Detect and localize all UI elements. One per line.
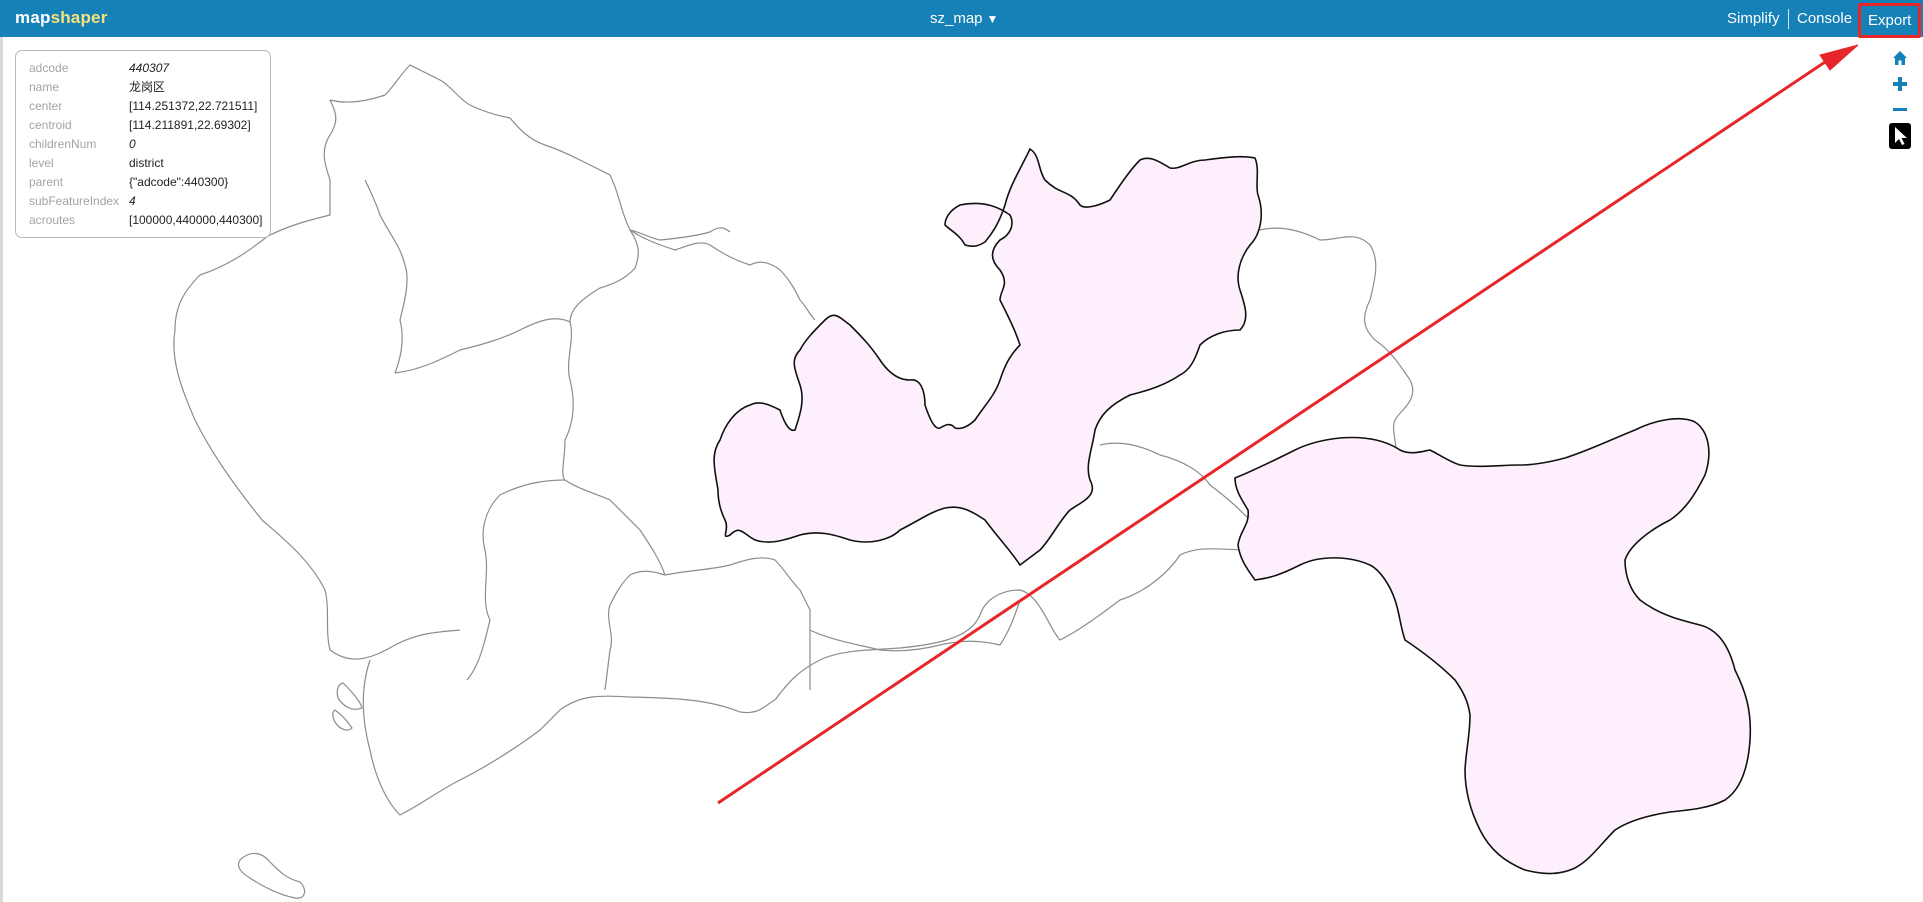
- pointer-tool-button[interactable]: [1888, 123, 1912, 149]
- home-icon: [1893, 51, 1907, 65]
- attribute-value: [100000,440000,440300]: [129, 213, 263, 227]
- map-tools: [1888, 46, 1912, 150]
- top-bar: mapshaper sz_map ▼ Simplify Console Expor…: [0, 0, 1923, 38]
- arrow-head: [1819, 44, 1859, 71]
- attribute-row: adcode 440307: [29, 59, 262, 78]
- attribute-key: centroid: [29, 118, 72, 132]
- attribute-row: subFeatureIndex 4: [29, 192, 262, 211]
- attribute-key: parent: [29, 175, 64, 189]
- attribute-row: center [114.251372,22.721511]: [29, 97, 262, 116]
- attribute-row: childrenNum 0: [29, 135, 262, 154]
- attribute-value: {"adcode":440300}: [129, 175, 229, 189]
- feature-info-popup: adcode 440307 name 龙岗区 center [114.251372,2…: [15, 50, 271, 238]
- attribute-row: centroid [114.211891,22.69302]: [29, 116, 262, 135]
- attribute-key: center: [29, 99, 63, 113]
- nav-divider: [1788, 9, 1789, 29]
- attribute-row: parent {"adcode":440300}: [29, 173, 262, 192]
- attribute-row: name 龙岗区: [29, 78, 262, 97]
- attribute-key: subFeatureIndex: [29, 194, 120, 208]
- selected-polygon-east: [1234, 417, 1752, 875]
- attribute-value: [114.251372,22.721511]: [129, 99, 258, 113]
- attribute-key: acroutes: [29, 213, 76, 227]
- attribute-key: adcode: [29, 61, 69, 75]
- attribute-row: level district: [29, 154, 262, 173]
- island-3: [237, 852, 306, 899]
- attribute-row: acroutes [100000,440000,440300]: [29, 211, 262, 230]
- district-outline-baoan: [173, 235, 461, 660]
- island-1: [336, 682, 363, 710]
- feature-attributes-table: adcode 440307 name 龙岗区 center [114.251372,2…: [29, 59, 262, 230]
- attribute-value: 龙岗区: [129, 80, 166, 94]
- caret-down-icon: ▼: [986, 12, 999, 26]
- attribute-value: 440307: [129, 61, 170, 75]
- map-canvas[interactable]: [0, 37, 1923, 902]
- console-button[interactable]: Console: [1797, 10, 1852, 27]
- zoom-in-icon: [1893, 77, 1907, 91]
- attribute-value: [114.211891,22.69302]: [129, 118, 251, 132]
- attribute-value: 0: [129, 137, 136, 151]
- layer-selector[interactable]: sz_map ▼: [930, 10, 998, 27]
- selected-polygon-main: [713, 147, 1262, 567]
- attribute-key: level: [29, 156, 54, 170]
- home-button[interactable]: [1888, 46, 1912, 70]
- zoom-out-button[interactable]: [1888, 98, 1912, 122]
- attribute-value: district: [129, 156, 164, 170]
- pointer-icon: [1889, 123, 1911, 149]
- attribute-value: 4: [129, 194, 136, 208]
- mapshaper-logo[interactable]: mapshaper: [15, 8, 108, 28]
- zoom-out-icon: [1893, 108, 1907, 111]
- district-outline-nanshan: [362, 659, 776, 816]
- zoom-in-button[interactable]: [1888, 72, 1912, 96]
- simplify-button[interactable]: Simplify: [1727, 10, 1780, 27]
- layer-name: sz_map: [930, 10, 983, 27]
- island-2: [332, 709, 353, 731]
- export-button[interactable]: Export: [1858, 3, 1922, 38]
- attribute-key: name: [29, 80, 60, 94]
- attribute-key: childrenNum: [29, 137, 97, 151]
- logo-text-map: map: [15, 8, 51, 27]
- logo-text-shaper: shaper: [50, 8, 108, 27]
- selected-district-longgang: [713, 147, 1752, 875]
